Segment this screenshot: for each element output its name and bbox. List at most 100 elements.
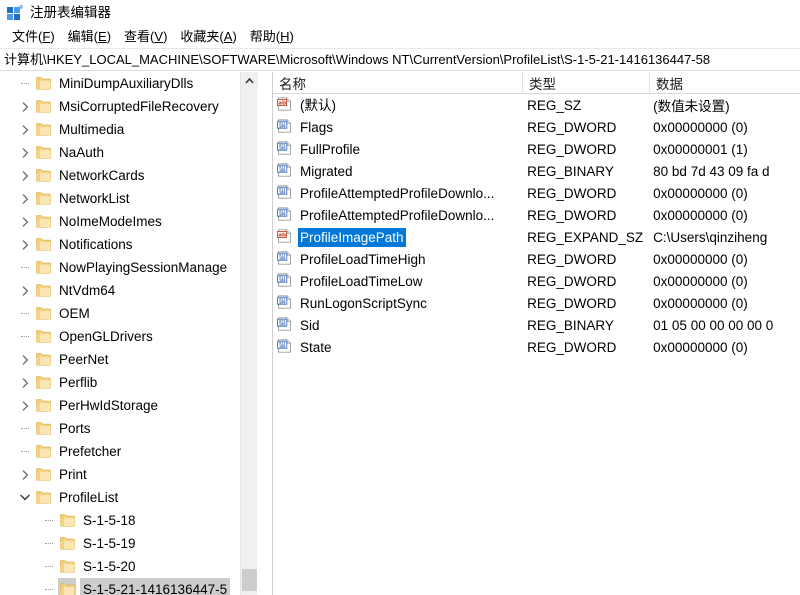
menu-accel-key: V — [154, 29, 164, 44]
binary-value-icon: 011 100 — [277, 339, 293, 355]
tree-item[interactable]: Multimedia — [0, 118, 256, 141]
folder-icon — [34, 72, 52, 95]
menu-item-5[interactable]: 帮助(H) — [244, 27, 301, 47]
svg-text:100: 100 — [279, 147, 286, 151]
value-row[interactable]: 011 100 State REG_DWORD 0x00000000 (0) — [273, 336, 800, 358]
tree-item[interactable]: S-1-5-21-1416136447-5 — [0, 578, 256, 595]
chevron-right-icon[interactable] — [16, 95, 34, 118]
value-row[interactable]: 011 100 Sid REG_BINARY 01 05 00 00 00 00 0 — [273, 314, 800, 336]
column-header-data[interactable]: 数据 — [650, 72, 800, 94]
value-row[interactable]: 011 100 ProfileLoadTimeLow REG_DWORD 0x00000… — [273, 270, 800, 292]
tree-item[interactable]: S-1-5-20 — [0, 555, 256, 578]
tree-item[interactable]: PerHwIdStorage — [0, 394, 256, 417]
tree-item-label: ProfileList — [59, 490, 119, 505]
menu-accel-key: H — [280, 29, 290, 44]
value-type-cell: REG_DWORD — [527, 251, 617, 267]
folder-icon — [34, 256, 52, 279]
menu-item-4[interactable]: 收藏夹(A) — [174, 27, 243, 47]
value-type-cell: REG_DWORD — [527, 339, 617, 355]
value-name-cell: 011 100 Flags — [273, 116, 521, 138]
chevron-down-icon[interactable] — [16, 486, 34, 509]
chevron-right-icon[interactable] — [16, 348, 34, 371]
tree-item[interactable]: OpenGLDrivers — [0, 325, 256, 348]
folder-icon — [34, 394, 52, 417]
tree-item-label: S-1-5-19 — [83, 536, 136, 551]
folder-icon — [34, 440, 52, 463]
registry-tree[interactable]: MiniDumpAuxiliaryDlls MsiCorruptedFileRec… — [0, 72, 256, 595]
menu-item-label: 查看 — [124, 29, 151, 44]
tree-item[interactable]: NowPlayingSessionManage — [0, 256, 256, 279]
tree-item[interactable]: MiniDumpAuxiliaryDlls — [0, 72, 256, 95]
tree-item[interactable]: OEM — [0, 302, 256, 325]
main-panes: MiniDumpAuxiliaryDlls MsiCorruptedFileRec… — [0, 72, 800, 595]
value-row[interactable]: 011 100 FullProfile REG_DWORD 0x00000001 (1) — [273, 138, 800, 160]
value-name: Sid — [300, 317, 320, 333]
tree-item[interactable]: NaAuth — [0, 141, 256, 164]
address-bar[interactable]: 计算机\HKEY_LOCAL_MACHINE\SOFTWARE\Microsof… — [0, 48, 800, 71]
menu-accel-close: ) — [289, 29, 294, 44]
chevron-right-icon[interactable] — [16, 394, 34, 417]
tree-connector-line — [16, 440, 34, 463]
tree-item[interactable]: NetworkList — [0, 187, 256, 210]
folder-icon — [34, 279, 52, 302]
value-row[interactable]: 011 100 RunLogonScriptSync REG_DWORD 0x00000… — [273, 292, 800, 314]
tree-item[interactable]: Ports — [0, 417, 256, 440]
value-row[interactable]: 011 100 ProfileAttemptedProfileDownlo... RE… — [273, 204, 800, 226]
value-row[interactable]: 011 100 ProfileAttemptedProfileDownlo... RE… — [273, 182, 800, 204]
tree-item[interactable]: Prefetcher — [0, 440, 256, 463]
value-name: Migrated — [300, 163, 353, 179]
tree-item[interactable]: S-1-5-19 — [0, 532, 256, 555]
binary-value-icon: 011 100 — [277, 273, 293, 289]
tree-item[interactable]: MsiCorruptedFileRecovery — [0, 95, 256, 118]
column-header-type[interactable]: 类型 — [523, 72, 650, 94]
scroll-up-arrow-icon[interactable] — [241, 72, 258, 89]
tree-item-label: S-1-5-18 — [83, 513, 136, 528]
chevron-right-icon[interactable] — [16, 164, 34, 187]
value-name-cell: 011 100 ProfileAttemptedProfileDownlo... — [273, 182, 521, 204]
tree-vertical-scrollbar[interactable] — [240, 72, 258, 595]
menu-item-3[interactable]: 查看(V) — [118, 27, 174, 47]
value-type-cell: REG_DWORD — [527, 295, 617, 311]
tree-item[interactable]: Notifications — [0, 233, 256, 256]
value-row[interactable]: 011 100 Flags REG_DWORD 0x00000000 (0) — [273, 116, 800, 138]
tree-item[interactable]: S-1-5-18 — [0, 509, 256, 532]
value-data-cell: 0x00000000 (0) — [653, 251, 748, 267]
tree-item-label: NowPlayingSessionManage — [59, 260, 228, 275]
value-name: State — [300, 339, 332, 355]
tree-item[interactable]: NetworkCards — [0, 164, 256, 187]
value-data-cell: 0x00000000 (0) — [653, 207, 748, 223]
folder-icon — [58, 509, 76, 532]
chevron-right-icon[interactable] — [16, 371, 34, 394]
value-row[interactable]: ab ProfileImagePath REG_EXPAND_SZ C:\Users\… — [273, 226, 800, 248]
value-row[interactable]: 011 100 Migrated REG_BINARY 80 bd 7d 43 09 f… — [273, 160, 800, 182]
tree-item[interactable]: PeerNet — [0, 348, 256, 371]
value-name: (默认) — [300, 97, 336, 113]
tree-scrollbar-thumb[interactable] — [242, 569, 257, 591]
menu-item-label: 收藏夹 — [180, 29, 220, 44]
menu-item-2[interactable]: 编辑(E) — [62, 27, 118, 47]
tree-item-label: PeerNet — [59, 352, 109, 367]
tree-item[interactable]: Perflib — [0, 371, 256, 394]
chevron-right-icon[interactable] — [16, 210, 34, 233]
menu-item-1[interactable]: 文件(F) — [6, 27, 62, 47]
chevron-right-icon[interactable] — [16, 118, 34, 141]
binary-value-icon: 011 100 — [277, 119, 293, 135]
column-header-data-label: 数据 — [656, 77, 683, 92]
column-header-name[interactable]: 名称 — [273, 72, 523, 94]
value-row[interactable]: 011 100 ProfileLoadTimeHigh REG_DWORD 0x0000… — [273, 248, 800, 270]
menu-accel-close: ) — [106, 29, 112, 44]
tree-item[interactable]: NtVdm64 — [0, 279, 256, 302]
value-data-cell: 80 bd 7d 43 09 fa d — [653, 163, 770, 179]
menu-bar: 文件(F) 编辑(E) 查看(V) 收藏夹(A) 帮助(H) — [0, 26, 800, 48]
tree-item-label: NoImeModeImes — [59, 214, 162, 229]
chevron-right-icon[interactable] — [16, 141, 34, 164]
values-list[interactable]: ab (默认) REG_SZ (数值未设置) 011 100 Flags REG_DWORD 0… — [273, 94, 800, 595]
tree-item[interactable]: NoImeModeImes — [0, 210, 256, 233]
tree-item[interactable]: Print — [0, 463, 256, 486]
chevron-right-icon[interactable] — [16, 279, 34, 302]
tree-item[interactable]: ProfileList — [0, 486, 256, 509]
value-row[interactable]: ab (默认) REG_SZ (数值未设置) — [273, 94, 800, 116]
chevron-right-icon[interactable] — [16, 233, 34, 256]
chevron-right-icon[interactable] — [16, 463, 34, 486]
chevron-right-icon[interactable] — [16, 187, 34, 210]
